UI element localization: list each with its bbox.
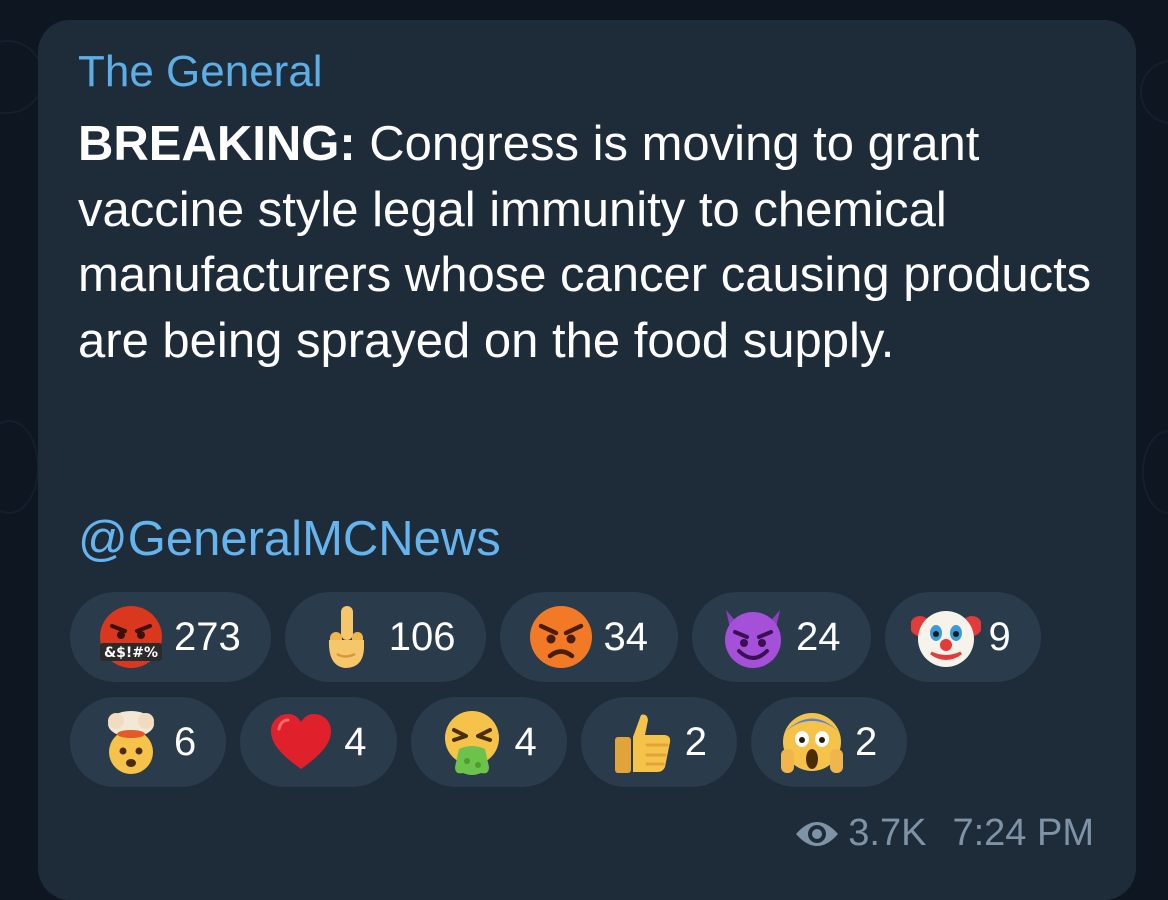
reaction-middle-finger[interactable]: 106 [284, 592, 486, 682]
exploding-head-icon [108, 711, 154, 774]
face-screaming-in-fear-icon [781, 713, 843, 773]
channel-handle-link[interactable]: @GeneralMCNews [78, 510, 501, 568]
reactions-row: 6 4 4 2 2 [70, 697, 908, 787]
clown-face-icon [910, 611, 981, 667]
reaction-count: 34 [603, 614, 649, 659]
reaction-face-screaming[interactable]: 2 [751, 697, 908, 787]
reaction-face-with-symbols[interactable]: &$!#% 273 [70, 592, 271, 682]
reaction-count: 4 [344, 719, 367, 764]
background-doodle [1140, 60, 1168, 124]
reaction-smiling-face-with-horns[interactable]: 24 [692, 592, 871, 682]
sender-name[interactable]: The General [78, 46, 323, 98]
middle-finger-icon [328, 606, 364, 668]
thumbs-up-icon [614, 714, 670, 773]
reaction-count: 9 [988, 614, 1011, 659]
reaction-clown-face[interactable]: 9 [884, 592, 1041, 682]
svg-text:&$!#%: &$!#% [104, 645, 158, 661]
message-meta: 3.7K 7:24 PM [794, 812, 1094, 855]
message-time: 7:24 PM [952, 812, 1094, 854]
view-count: 3.7K [848, 812, 927, 854]
background-doodle [1142, 430, 1168, 514]
reaction-count: 2 [684, 719, 707, 764]
background-doodle [0, 420, 39, 514]
reaction-red-heart[interactable]: 4 [240, 697, 397, 787]
reaction-count: 24 [796, 614, 841, 659]
reaction-count: 4 [514, 719, 537, 764]
reaction-count: 6 [174, 719, 197, 764]
face-vomiting-icon [444, 711, 499, 775]
reaction-count: 273 [174, 614, 241, 659]
reaction-face-vomiting[interactable]: 4 [410, 697, 567, 787]
breaking-label: BREAKING: [78, 117, 356, 171]
message-bubble: The General BREAKING: Congress is moving… [38, 20, 1136, 900]
angry-face-icon [529, 606, 592, 668]
eye-icon [796, 821, 839, 846]
reaction-count: 2 [855, 719, 878, 764]
face-with-symbols-on-mouth-icon: &$!#% [100, 606, 162, 668]
reaction-angry-face[interactable]: 34 [499, 592, 678, 682]
reaction-exploding-head[interactable]: 6 [70, 697, 227, 787]
smiling-face-with-horns-icon [725, 610, 781, 668]
reactions-row: &$!#% 273 106 34 24 9 [70, 592, 1041, 682]
message-text: BREAKING: Congress is moving to grant va… [78, 112, 1108, 374]
reaction-thumbs-up[interactable]: 2 [580, 697, 737, 787]
red-heart-icon [271, 714, 332, 769]
reaction-count: 106 [388, 614, 456, 659]
